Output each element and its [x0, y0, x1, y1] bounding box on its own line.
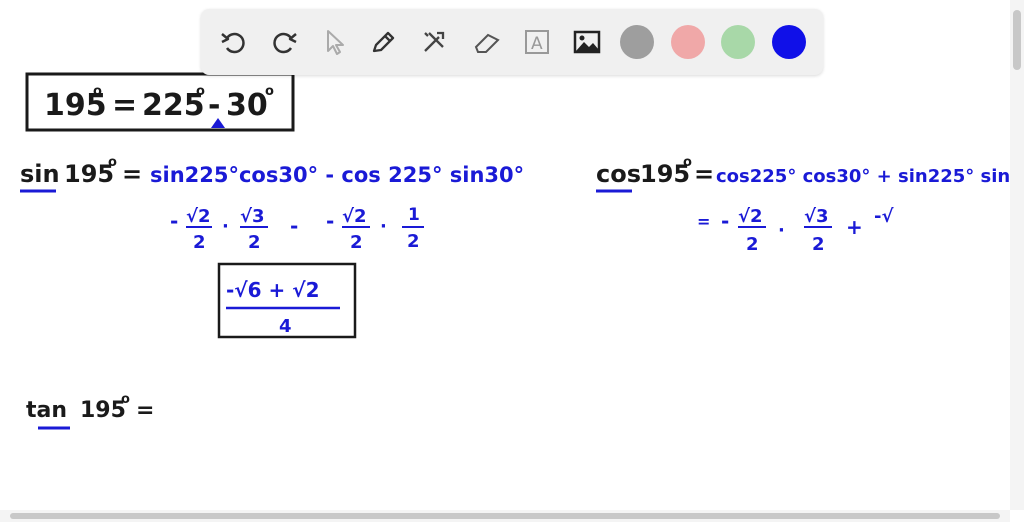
whiteboard-canvas[interactable]: 195 o = 225 o - 30 o sin 195 o = sin225°…	[0, 0, 1010, 510]
color-gray-swatch[interactable]	[620, 25, 654, 59]
sin-dot1: ·	[222, 216, 229, 237]
color-green-swatch[interactable]	[721, 25, 755, 59]
sin-dot2: ·	[380, 216, 387, 237]
undo-icon	[221, 32, 245, 54]
cos-t1-num: √2	[738, 206, 763, 227]
undo-button[interactable]	[215, 23, 253, 61]
eraser-button[interactable]	[467, 23, 505, 61]
svg-text:A: A	[531, 34, 543, 54]
color-blue-swatch[interactable]	[772, 25, 806, 59]
select-button[interactable]	[315, 23, 353, 61]
cos-dot: ·	[778, 220, 785, 241]
horizontal-scrollbar[interactable]	[0, 510, 1010, 522]
redo-button[interactable]	[265, 23, 303, 61]
sin-t4-den: 2	[407, 231, 420, 252]
cos-angle-degree: o	[683, 155, 692, 170]
sin-t2-num: √3	[240, 206, 265, 227]
identity-eq: =	[112, 88, 137, 123]
cos-t1-den: 2	[746, 234, 759, 255]
sin-label: sin	[20, 160, 60, 188]
cos-t3: -√	[874, 206, 894, 227]
sin-t1-num: √2	[186, 206, 211, 227]
sin-eq: =	[122, 160, 142, 188]
vertical-scroll-thumb[interactable]	[1013, 10, 1021, 70]
sin-t2-den: 2	[248, 232, 261, 253]
cos-label: cos	[596, 160, 641, 188]
identity-lhs-degree: o	[93, 84, 102, 99]
pen-icon	[372, 31, 395, 53]
pen-button[interactable]	[364, 23, 402, 61]
tan-line: tan 195 o =	[26, 392, 154, 430]
tools-button[interactable]	[415, 23, 453, 61]
cos-line: cos 195 o = cos225° cos30° + sin225° sin…	[596, 155, 1010, 193]
boxed-identity: 195 o = 225 o - 30 o	[25, 72, 295, 132]
cos-t2-num: √3	[804, 206, 829, 227]
cos-sub-eq: =	[697, 212, 710, 231]
sin-minus: -	[290, 214, 298, 238]
sin-result: -√6 + √2 4	[217, 262, 357, 339]
sin-angle: 195	[64, 160, 114, 188]
redo-icon	[273, 32, 297, 54]
sin-t3-den: 2	[350, 232, 363, 253]
tan-eq: =	[136, 398, 154, 423]
image-button[interactable]	[568, 23, 606, 61]
sin-substitution: - √2 2 · √3 2 - - √2 2 · 1 2	[170, 205, 424, 253]
image-icon	[573, 30, 601, 54]
color-pink-swatch[interactable]	[671, 25, 705, 59]
sin-line: sin 195 o = sin225°cos30° - cos 225° sin…	[20, 155, 524, 193]
cos-substitution: = - √2 2 · √3 2 + -√	[697, 206, 894, 255]
tan-label: tan	[26, 398, 67, 423]
tools-icon	[424, 31, 445, 52]
sin-t4-num: 1	[408, 205, 420, 225]
sin-t1-den: 2	[193, 232, 206, 253]
horizontal-scroll-thumb[interactable]	[10, 513, 1000, 519]
sin-result-numerator: -√6 + √2	[226, 278, 320, 302]
cos-eq: =	[694, 160, 714, 188]
sin-t3-num: √2	[342, 206, 367, 227]
cos-t1-sign: -	[721, 209, 729, 233]
text-icon: A	[525, 30, 549, 54]
sin-result-denominator: 4	[279, 316, 292, 337]
text-button[interactable]: A	[518, 23, 556, 61]
vertical-scrollbar[interactable]	[1010, 0, 1024, 510]
sin-t1-sign: -	[170, 209, 178, 233]
drawing-toolbar: A	[201, 9, 823, 75]
eraser-icon	[474, 33, 500, 53]
identity-a-degree: o	[196, 84, 205, 99]
identity-b-degree: o	[265, 84, 274, 99]
cos-plus: +	[846, 215, 863, 239]
identity-minus: -	[208, 88, 220, 123]
sin-angle-degree: o	[108, 155, 117, 170]
tan-angle: 195	[80, 398, 126, 423]
tan-angle-degree: o	[121, 392, 130, 407]
sin-expansion: sin225°cos30° - cos 225° sin30°	[150, 163, 524, 187]
pointer-icon	[327, 30, 344, 55]
identity-b: 30	[226, 88, 268, 123]
cos-t2-den: 2	[812, 234, 825, 255]
sin-t3-sign: -	[326, 209, 334, 233]
cos-expansion: cos225° cos30° + sin225° sin30	[716, 166, 1010, 187]
